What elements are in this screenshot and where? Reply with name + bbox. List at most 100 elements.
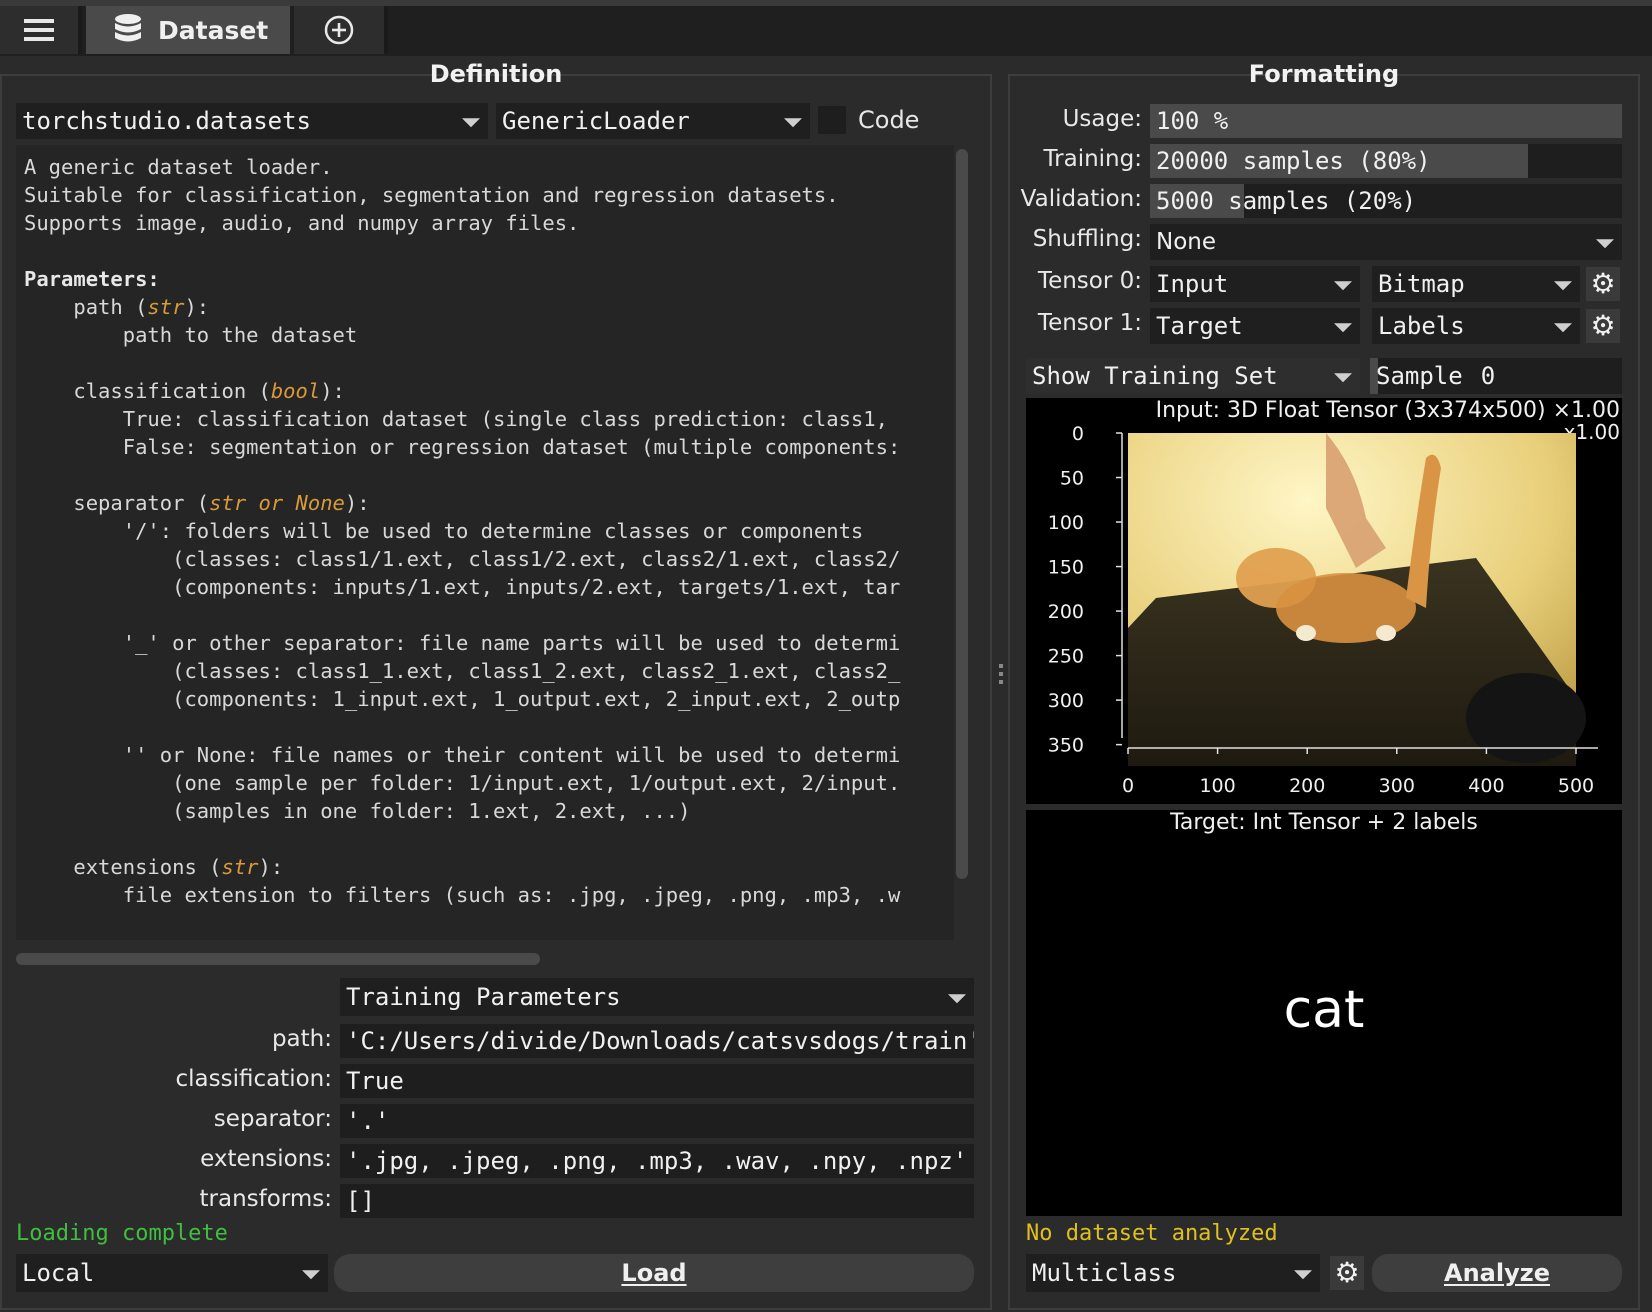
validation-slider[interactable]: 5000 samples (20%) [1150, 184, 1622, 218]
chevron-down-icon [1334, 281, 1352, 291]
param-label: extensions: [200, 1146, 332, 1172]
show-set-select[interactable]: Show Training Set [1026, 358, 1360, 394]
chevron-down-icon [1294, 1270, 1312, 1280]
input-plot: 0 50 100 150 200 250 300 350 0 100 200 300 400 500 [1048, 423, 1598, 797]
hamburger-menu-button[interactable] [0, 6, 82, 54]
validation-value: 5000 samples (20%) [1156, 187, 1417, 215]
chevron-down-icon [1596, 239, 1614, 249]
gear-icon: ⚙ [1590, 267, 1616, 300]
add-circle-icon [324, 15, 354, 45]
shuffling-select[interactable]: None [1150, 224, 1622, 260]
target-preview: Target: Int Tensor + 2 labels cat [1026, 810, 1622, 1216]
param-value-field[interactable]: '.jpg, .jpeg, .png, .mp3, .wav, .npy, .n… [340, 1144, 974, 1178]
add-tab-button[interactable] [294, 6, 388, 54]
menu-icon [24, 19, 54, 41]
tensor0-label: Tensor 0: [1037, 268, 1142, 294]
x-tick-label: 300 [1379, 775, 1415, 797]
chevron-down-icon [302, 1270, 320, 1280]
analyzer-select[interactable]: Multiclass [1026, 1254, 1320, 1292]
tensor0-role-select[interactable]: Input [1150, 266, 1360, 302]
module-select-value: torchstudio.datasets [22, 107, 311, 135]
module-select[interactable]: torchstudio.datasets [16, 103, 488, 139]
input-preview: Input: 3D Float Tensor (3x374x500) ×1.00… [1026, 398, 1622, 804]
tensor0-renderer-select[interactable]: Bitmap [1372, 266, 1580, 302]
doc-vertical-scrollbar[interactable] [954, 145, 970, 940]
shuffling-value: None [1156, 229, 1217, 255]
tensor1-role-select[interactable]: Target [1150, 308, 1360, 344]
target-preview-title: Target: Int Tensor + 2 labels [1170, 810, 1478, 835]
validation-label: Validation: [1020, 186, 1142, 212]
code-checkbox[interactable] [818, 106, 846, 134]
chevron-down-icon [784, 118, 802, 128]
load-status: Loading complete [16, 1221, 228, 1246]
training-value: 20000 samples (80%) [1156, 147, 1431, 175]
tensor1-settings-button[interactable]: ⚙ [1586, 309, 1620, 343]
x-tick-label: 400 [1468, 775, 1504, 797]
parameters-select[interactable]: Training Parameters [340, 978, 974, 1016]
param-label: separator: [213, 1106, 332, 1132]
doc-vertical-scroll-thumb[interactable] [956, 149, 968, 879]
class-select-value: GenericLoader [502, 107, 690, 135]
show-set-value: Show Training Set [1032, 362, 1278, 390]
load-button[interactable]: Load [334, 1254, 974, 1292]
y-tick-label: 300 [1048, 690, 1084, 712]
panel-splitter[interactable] [998, 660, 1004, 700]
param-label: path: [271, 1026, 332, 1052]
chevron-down-icon [1334, 323, 1352, 333]
analyze-button[interactable]: Analyze [1372, 1254, 1622, 1292]
tensor1-label: Tensor 1: [1037, 310, 1142, 336]
param-value-field[interactable]: True [340, 1064, 974, 1098]
y-tick-label: 0 [1072, 423, 1084, 445]
x-tick-label: 500 [1558, 775, 1594, 797]
training-slider[interactable]: 20000 samples (80%) [1150, 144, 1622, 178]
training-label: Training: [1043, 146, 1142, 172]
x-tick-label: 100 [1199, 775, 1235, 797]
param-value-field[interactable]: [] [340, 1184, 974, 1218]
tensor1-role-value: Target [1156, 312, 1243, 340]
y-tick-label: 100 [1048, 512, 1084, 534]
code-checkbox-label: Code [858, 106, 920, 134]
tensor0-settings-button[interactable]: ⚙ [1586, 267, 1620, 301]
gear-icon: ⚙ [1590, 309, 1616, 342]
chevron-down-icon [1554, 281, 1572, 291]
class-select[interactable]: GenericLoader [496, 103, 810, 139]
param-label: transforms: [199, 1186, 333, 1212]
usage-slider[interactable]: 100 % [1150, 104, 1622, 138]
tensor1-renderer-value: Labels [1378, 312, 1465, 340]
gear-icon: ⚙ [1334, 1256, 1360, 1289]
chevron-down-icon [948, 994, 966, 1004]
tensor0-role-value: Input [1156, 270, 1229, 298]
tab-dataset[interactable]: Dataset [86, 6, 290, 54]
x-tick-label: 200 [1289, 775, 1325, 797]
y-tick-label: 50 [1060, 468, 1084, 490]
param-value-field[interactable]: 'C:/Users/divide/Downloads/catsvsdogs/tr… [340, 1024, 974, 1058]
param-value-field[interactable]: '.' [340, 1104, 974, 1138]
sample-value: 0 [1480, 362, 1496, 390]
y-tick-label: 350 [1048, 735, 1084, 757]
usage-label: Usage: [1062, 106, 1142, 132]
tab-dataset-label: Dataset [158, 15, 269, 45]
parameters-select-value: Training Parameters [346, 983, 621, 1011]
x-tick-label: 0 [1122, 775, 1134, 797]
chevron-down-icon [1334, 373, 1352, 383]
analyzer-settings-button[interactable]: ⚙ [1330, 1256, 1364, 1290]
analysis-status: No dataset analyzed [1026, 1221, 1278, 1246]
doc-horizontal-scroll-thumb[interactable] [16, 953, 540, 965]
param-label: classification: [175, 1066, 332, 1092]
tensor1-renderer-select[interactable]: Labels [1372, 308, 1580, 344]
y-tick-label: 150 [1048, 557, 1084, 579]
source-select-value: Local [22, 1259, 95, 1287]
sample-spinbox[interactable]: Sample 0 [1370, 358, 1622, 394]
source-select[interactable]: Local [16, 1254, 328, 1292]
target-label-text: cat [1283, 980, 1365, 1040]
formatting-title: Formatting [1248, 60, 1400, 88]
database-icon [115, 14, 141, 42]
doc-horizontal-scrollbar[interactable] [16, 950, 954, 968]
documentation-content: A generic dataset loader. Suitable for c… [24, 155, 901, 940]
chevron-down-icon [1554, 323, 1572, 333]
definition-title: Definition [429, 60, 563, 88]
shuffling-label: Shuffling: [1032, 226, 1142, 252]
documentation-text: A generic dataset loader. Suitable for c… [16, 145, 960, 940]
y-tick-label: 200 [1048, 601, 1084, 623]
input-image [1128, 433, 1586, 766]
